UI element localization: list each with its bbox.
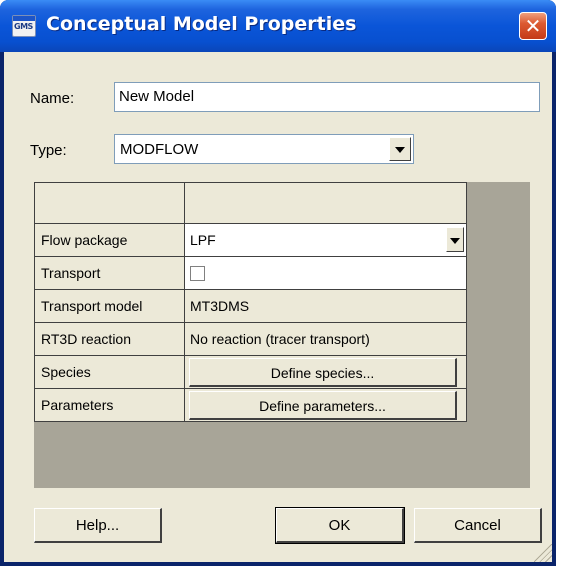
grid-row-label: Parameters	[34, 388, 185, 422]
transport-checkbox[interactable]	[190, 266, 205, 282]
chevron-down-icon	[395, 147, 405, 153]
resize-grip[interactable]	[534, 544, 552, 562]
grid-row-transport-model: Transport model MT3DMS	[34, 289, 467, 323]
type-select[interactable]: MODFLOW	[114, 134, 414, 164]
grid-row-label: Transport	[34, 256, 185, 290]
grid-row-transport: Transport	[34, 256, 467, 290]
grid-row-flow-package: Flow package LPF	[34, 223, 467, 257]
dialog-window: GMS Conceptual Model Properties ✕ Name: …	[0, 0, 556, 566]
grid-row-species: Species Define species...	[34, 355, 467, 389]
dialog-client-area: Name: New Model Type: MODFLOW Flow packa…	[4, 52, 552, 562]
dialog-title: Conceptual Model Properties	[46, 13, 357, 35]
grid-header-value	[184, 182, 467, 224]
chevron-down-icon	[450, 238, 460, 244]
parameters-cell: Define parameters...	[184, 388, 467, 422]
grid-row-rt3d-reaction: RT3D reaction No reaction (tracer transp…	[34, 322, 467, 356]
name-label: Name:	[30, 90, 75, 107]
grid-row-label: Flow package	[34, 223, 185, 257]
cancel-button[interactable]: Cancel	[414, 508, 542, 543]
help-button[interactable]: Help...	[34, 508, 162, 543]
grid-header-name	[34, 182, 185, 224]
close-icon: ✕	[524, 14, 542, 38]
grid-row-label: Species	[34, 355, 185, 389]
transport-model-value: MT3DMS	[184, 289, 467, 323]
grid-row-parameters: Parameters Define parameters...	[34, 388, 467, 422]
species-cell: Define species...	[184, 355, 467, 389]
properties-grid-area: Flow package LPF Transport Transport mod…	[34, 182, 530, 488]
ok-button[interactable]: OK	[275, 507, 405, 544]
name-field[interactable]: New Model	[114, 82, 540, 112]
title-bar[interactable]: GMS Conceptual Model Properties ✕	[0, 0, 556, 52]
type-dropdown-button[interactable]	[389, 137, 411, 161]
grid-header-row	[34, 182, 467, 224]
gms-app-icon: GMS	[12, 15, 36, 37]
rt3d-reaction-value: No reaction (tracer transport)	[184, 322, 467, 356]
define-parameters-button[interactable]: Define parameters...	[189, 391, 457, 420]
transport-cell	[184, 256, 467, 290]
flow-package-dropdown-button[interactable]	[446, 227, 464, 252]
flow-package-select[interactable]: LPF	[184, 223, 467, 257]
flow-package-value: LPF	[190, 232, 216, 248]
properties-grid: Flow package LPF Transport Transport mod…	[34, 182, 467, 422]
type-label: Type:	[30, 142, 67, 159]
type-select-value: MODFLOW	[120, 141, 199, 158]
define-species-button[interactable]: Define species...	[189, 358, 457, 387]
grid-row-label: Transport model	[34, 289, 185, 323]
grid-row-label: RT3D reaction	[34, 322, 185, 356]
close-button[interactable]: ✕	[519, 12, 547, 40]
